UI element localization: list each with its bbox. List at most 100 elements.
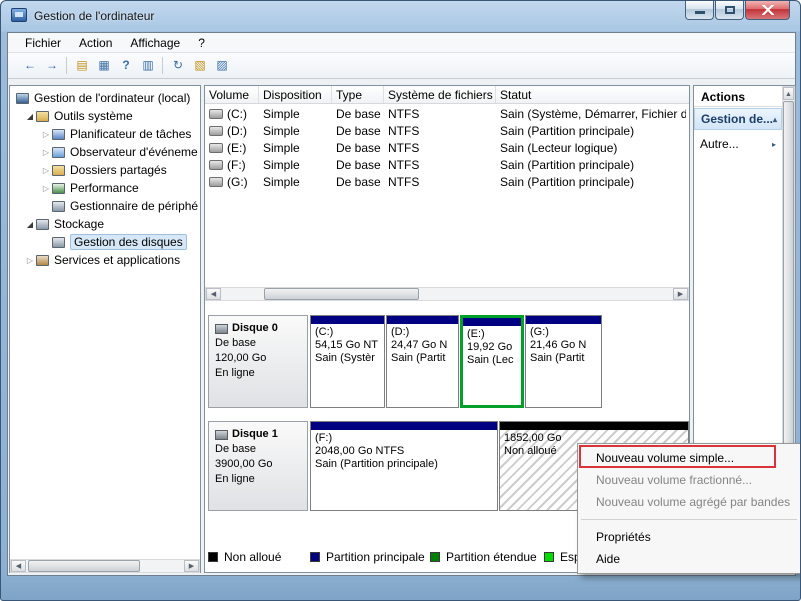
partition-label: (E:) — [467, 328, 485, 340]
scrollbar-thumb[interactable] — [264, 288, 419, 300]
menu-separator — [581, 519, 797, 520]
disk-status: En ligne — [215, 473, 255, 485]
show-action-pane-button[interactable]: ▥ — [138, 56, 158, 76]
volume-list-header: Volume Disposition Type Système de fichi… — [205, 86, 689, 104]
console-tree-icon: ▦ — [98, 58, 110, 72]
partition-size: 24,47 Go N — [391, 339, 448, 351]
collapsed-icon[interactable]: ▷ — [40, 148, 52, 157]
tree-item-gestion-des-disques[interactable]: Gestion des disques — [10, 233, 199, 251]
tree-item-stockage[interactable]: ◢ Stockage — [10, 215, 199, 233]
actions-item-label: Autre... — [700, 137, 739, 151]
scroll-up-button[interactable]: ▲ — [783, 87, 794, 100]
volume-fs: NTFS — [388, 123, 420, 138]
tree-item-gestionnaire-peripheriques[interactable]: Gestionnaire de périphé — [10, 197, 199, 215]
partition-status: Sain (Partition principale) — [315, 458, 438, 470]
scroll-left-button[interactable]: ◀ — [206, 288, 221, 300]
tree-item-root[interactable]: Gestion de l'ordinateur (local) — [10, 89, 199, 107]
disk-view-button[interactable]: ▨ — [212, 56, 232, 76]
disk-icon — [215, 323, 228, 334]
partition-f[interactable]: (F:) 2048,00 Go NTFS Sain (Partition pri… — [310, 421, 498, 511]
refresh-button[interactable]: ↻ — [168, 56, 188, 76]
maximize-button[interactable] — [715, 1, 744, 20]
volume-row-e[interactable]: (E:) Simple De base NTFS Sain (Lecteur l… — [205, 139, 689, 156]
partition-status: Sain (Partit — [391, 352, 446, 364]
disk-size: 3900,00 Go — [215, 458, 273, 470]
titlebar[interactable]: Gestion de l'ordinateur — [1, 1, 800, 31]
computer-icon — [16, 92, 29, 104]
services-icon — [36, 254, 49, 266]
volume-icon — [209, 159, 223, 170]
partition-color-strip — [311, 316, 384, 324]
partition-status: Sain (Systèr — [315, 352, 375, 364]
disk-0-info[interactable]: Disque 0 De base 120,00 Go En ligne — [208, 315, 308, 408]
collapsed-icon[interactable]: ▷ — [40, 130, 52, 139]
up-level-button[interactable]: ▤ — [72, 56, 92, 76]
tree-item-performance[interactable]: ▷ Performance — [10, 179, 199, 197]
column-header-volume[interactable]: Volume — [205, 86, 259, 103]
tree-hscrollbar[interactable]: ◀ ▶ — [10, 559, 200, 573]
volume-name: (E:) — [227, 140, 247, 155]
menu-fichier[interactable]: Fichier — [16, 34, 70, 52]
menu-affichage[interactable]: Affichage — [121, 34, 189, 52]
disk-1-info[interactable]: Disque 1 De base 3900,00 Go En ligne — [208, 421, 308, 511]
expanded-icon[interactable]: ◢ — [24, 112, 36, 121]
partition-c[interactable]: (C:) 54,15 Go NT Sain (Systèr — [310, 315, 385, 408]
volume-row-f[interactable]: (F:) Simple De base NTFS Sain (Partition… — [205, 156, 689, 173]
tree-item-outils-systeme[interactable]: ◢ Outils système — [10, 107, 199, 125]
expanded-icon[interactable]: ◢ — [24, 220, 36, 229]
scroll-right-button[interactable]: ▶ — [184, 560, 199, 572]
tree-item-dossiers-partages[interactable]: ▷ Dossiers partagés — [10, 161, 199, 179]
partition-g[interactable]: (G:) 21,46 Go N Sain (Partit — [525, 315, 602, 408]
menu-action[interactable]: Action — [70, 34, 121, 52]
volume-disposition: Simple — [263, 123, 300, 138]
volume-statut: Sain (Lecteur logique) — [500, 140, 618, 155]
menu-aide[interactable]: ? — [189, 34, 214, 52]
column-header-statut[interactable]: Statut — [496, 86, 686, 103]
show-console-tree-button[interactable]: ▦ — [94, 56, 114, 76]
volume-row-c[interactable]: (C:) Simple De base NTFS Sain (Système, … — [205, 105, 689, 122]
partition-e-extended[interactable]: (E:) 19,92 Go Sain (Lec — [460, 315, 524, 408]
partition-color-strip — [311, 422, 497, 430]
partition-d[interactable]: (D:) 24,47 Go N Sain (Partit — [386, 315, 459, 408]
legend-swatch — [430, 552, 440, 562]
menu-item-proprietes[interactable]: Propriétés — [578, 526, 800, 548]
tree-item-planificateur[interactable]: ▷ Planificateur de tâches — [10, 125, 199, 143]
tree-label: Gestion de l'ordinateur (local) — [34, 91, 191, 105]
forward-button[interactable]: → — [42, 56, 62, 76]
performance-icon — [52, 182, 65, 194]
disk-icon — [215, 429, 228, 440]
menu-item-aide[interactable]: Aide — [578, 548, 800, 570]
legend-label: Non alloué — [224, 550, 282, 564]
volume-statut: Sain (Partition principale) — [500, 157, 635, 172]
legend-item-partition-principale: Partition principale — [310, 550, 425, 564]
actions-item-autre[interactable]: Autre... ▸ — [694, 134, 782, 154]
help-button[interactable]: ? — [116, 56, 136, 76]
scrollbar-thumb[interactable] — [28, 560, 140, 572]
volume-name: (C:) — [227, 106, 247, 121]
volume-row-g[interactable]: (G:) Simple De base NTFS Sain (Partition… — [205, 173, 689, 190]
column-header-disposition[interactable]: Disposition — [259, 86, 332, 103]
volume-disposition: Simple — [263, 174, 300, 189]
column-header-systeme-fichiers[interactable]: Système de fichiers — [384, 86, 496, 103]
scroll-right-button[interactable]: ▶ — [673, 288, 688, 300]
volume-type: De base — [336, 106, 381, 121]
column-header-type[interactable]: Type — [332, 86, 384, 103]
collapsed-icon[interactable]: ▷ — [40, 166, 52, 175]
minimize-button[interactable] — [685, 1, 714, 20]
action-pane-icon: ▥ — [142, 58, 154, 72]
export-list-button[interactable]: ▧ — [190, 56, 210, 76]
collapsed-icon[interactable]: ▷ — [24, 256, 36, 265]
volume-type: De base — [336, 157, 381, 172]
legend-swatch — [208, 552, 218, 562]
close-button[interactable] — [745, 1, 790, 20]
collapsed-icon[interactable]: ▷ — [40, 184, 52, 193]
scroll-left-button[interactable]: ◀ — [11, 560, 26, 572]
tree-item-observateur[interactable]: ▷ Observateur d'événeme — [10, 143, 199, 161]
volume-row-d[interactable]: (D:) Simple De base NTFS Sain (Partition… — [205, 122, 689, 139]
volume-list-hscrollbar[interactable]: ◀ ▶ — [205, 287, 689, 301]
up-level-icon: ▤ — [76, 58, 88, 72]
actions-group-gestion[interactable]: Gestion de... ▴ — [694, 108, 782, 130]
back-button[interactable]: ← — [20, 56, 40, 76]
tree-item-services-applications[interactable]: ▷ Services et applications — [10, 251, 199, 269]
disk-name: Disque 1 — [232, 428, 278, 440]
